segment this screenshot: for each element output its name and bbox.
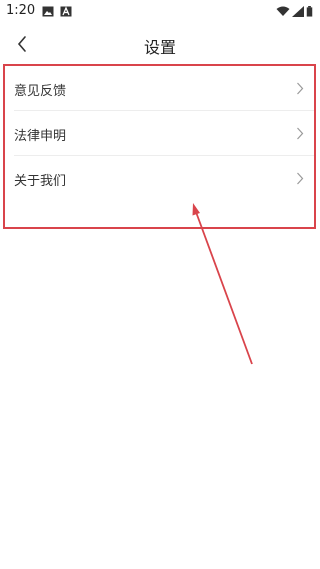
menu-item-legal[interactable]: 法律申明 xyxy=(5,111,314,156)
menu-item-label: 意见反馈 xyxy=(14,84,67,99)
menu-item-label: 法律申明 xyxy=(14,129,67,144)
menu-item-feedback[interactable]: 意见反馈 xyxy=(5,66,314,111)
menu-item-about[interactable]: 关于我们 xyxy=(5,156,314,201)
status-time: 1:20 xyxy=(6,3,36,18)
chevron-right-icon xyxy=(297,172,304,185)
header: 设置 xyxy=(0,24,320,66)
page-title: 设置 xyxy=(143,38,176,57)
wifi-icon xyxy=(276,6,290,16)
a-notification-icon xyxy=(60,6,72,17)
battery-icon xyxy=(306,6,313,17)
image-notification-icon xyxy=(42,6,54,17)
signal-icon xyxy=(292,6,304,17)
chevron-right-icon xyxy=(297,82,304,95)
status-bar: 1:20 xyxy=(0,0,320,24)
menu-item-label: 关于我们 xyxy=(14,174,67,189)
chevron-right-icon xyxy=(297,127,304,140)
settings-menu: 意见反馈 法律申明 关于我们 xyxy=(3,64,316,229)
